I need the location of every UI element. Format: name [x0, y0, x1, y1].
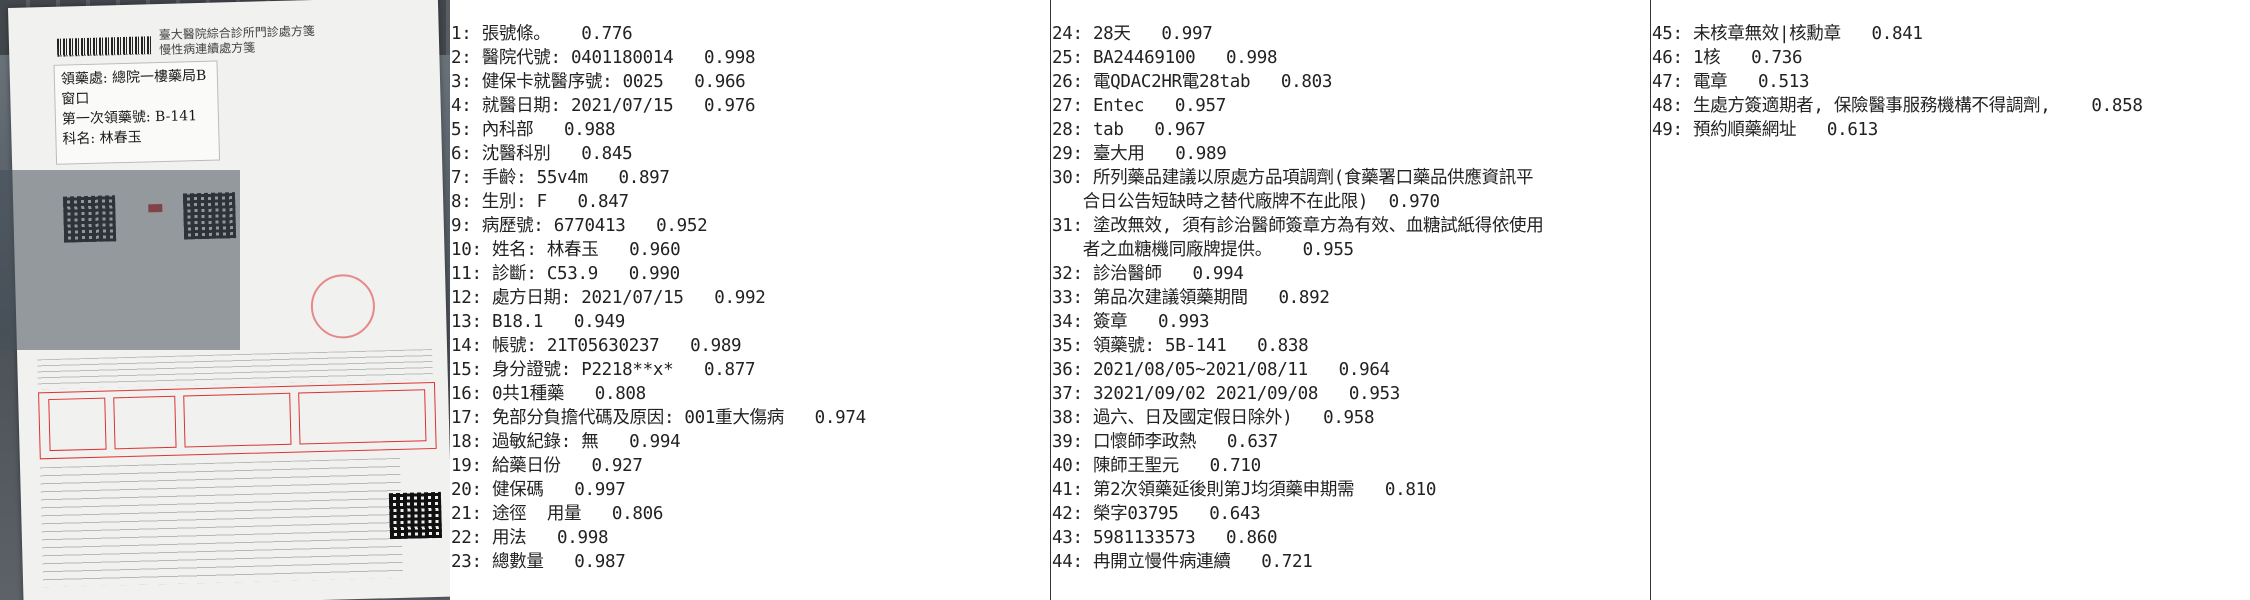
- red-box: [183, 392, 292, 448]
- ocr-line: 43: 5981133573 0.860: [1052, 528, 1278, 548]
- paper-title: 臺大醫院綜合診所門診處方箋 慢性病連續處方箋: [159, 22, 390, 58]
- column-divider: [1050, 0, 1051, 600]
- ocr-line: 11: 診斷: C53.9 0.990: [451, 264, 680, 284]
- ocr-line: 21: 途徑 用量 0.806: [451, 504, 664, 524]
- ocr-line: 35: 領藥號: 5B-141 0.838: [1052, 336, 1309, 356]
- ocr-line: 39: 口懷師李政熱 0.637: [1052, 432, 1279, 452]
- document-photo: 臺大醫院綜合診所門診處方箋 慢性病連續處方箋 領藥處: 總院一樓藥局B窗口 第一…: [0, 0, 450, 600]
- ocr-line: 1: 張號條。 0.776: [451, 24, 633, 44]
- ocr-line: 者之血糖機同廠牌提供。 0.955: [1052, 240, 1354, 260]
- ocr-line: 27: Entec 0.957: [1052, 96, 1227, 116]
- ocr-line: 47: 電章 0.513: [1652, 72, 1810, 92]
- ocr-line: 24: 28天 0.997: [1052, 24, 1213, 44]
- ocr-line: 42: 榮字03795 0.643: [1052, 504, 1261, 524]
- hand-shadow: [0, 170, 240, 350]
- ocr-line: 22: 用法 0.998: [451, 528, 609, 548]
- ocr-line: 4: 就醫日期: 2021/07/15 0.976: [451, 96, 756, 116]
- ocr-line: 15: 身分證號: P2218**x* 0.877: [451, 360, 756, 380]
- barcode-icon: [56, 36, 153, 57]
- red-box: [113, 395, 177, 450]
- ocr-line: 3: 健保卡就醫序號: 0025 0.966: [451, 72, 746, 92]
- ocr-line: 37: 32021/09/02 2021/09/08 0.953: [1052, 384, 1401, 404]
- ocr-line: 合日公告短缺時之替代廠牌不在此限) 0.970: [1052, 192, 1440, 212]
- column-divider: [1650, 0, 1651, 600]
- qr-code-icon: [388, 491, 443, 540]
- ocr-line: 2: 醫院代號: 0401180014 0.998: [451, 48, 756, 68]
- ocr-line: 20: 健保碼 0.997: [451, 480, 626, 500]
- ocr-line: 32: 診治醫師 0.994: [1052, 264, 1244, 284]
- ocr-line: 8: 生別: F 0.847: [451, 192, 629, 212]
- ocr-line: 36: 2021/08/05~2021/08/11 0.964: [1052, 360, 1390, 380]
- ocr-column-1: 1: 張號條。 0.776 2: 醫院代號: 0401180014 0.998 …: [451, 22, 1046, 574]
- ocr-line: 30: 所列藥品建議以原處方品項調劑(食藥署口藥品供應資訊平: [1052, 168, 1534, 188]
- handwritten-line: 領藥處: 總院一樓藥局B窗口: [60, 67, 207, 108]
- ocr-line: 29: 臺大用 0.989: [1052, 144, 1227, 164]
- ocr-line: 26: 電QDAC2HR電28tab 0.803: [1052, 72, 1333, 92]
- ocr-line: 44: 冉開立慢件病連續 0.721: [1052, 552, 1313, 572]
- ocr-line: 49: 預約順藥網址 0.613: [1652, 120, 1879, 140]
- ocr-column-2: 24: 28天 0.997 25: BA24469100 0.998 26: 電…: [1052, 22, 1647, 574]
- ocr-line: 6: 沈醫科別 0.845: [451, 144, 633, 164]
- ocr-line: 23: 總數量 0.987: [451, 552, 626, 572]
- ocr-line: 5: 內科部 0.988: [451, 120, 616, 140]
- ocr-line: 12: 處方日期: 2021/07/15 0.992: [451, 288, 766, 308]
- ocr-line: 34: 簽章 0.993: [1052, 312, 1210, 332]
- ocr-line: 10: 姓名: 林春玉 0.960: [451, 240, 681, 260]
- ocr-line: 38: 過六、日及國定假日除外) 0.958: [1052, 408, 1375, 428]
- ocr-line: 18: 過敏紀錄: 無 0.994: [451, 432, 681, 452]
- ocr-line: 7: 手齡: 55v4m 0.897: [451, 168, 670, 188]
- ocr-line: 28: tab 0.967: [1052, 120, 1206, 140]
- ocr-line: 13: B18.1 0.949: [451, 312, 626, 332]
- red-box: [298, 389, 427, 445]
- ocr-line: 14: 帳號: 21T05630237 0.989: [451, 336, 742, 356]
- ocr-line: 45: 未核章無效|核勳章 0.841: [1652, 24, 1923, 44]
- ocr-line: 17: 免部分負擔代碼及原因: 001重大傷病 0.974: [451, 408, 866, 428]
- ocr-line: 25: BA24469100 0.998: [1052, 48, 1278, 68]
- ocr-line: 40: 陳師王聖元 0.710: [1052, 456, 1261, 476]
- ocr-line: 41: 第2次領藥延後則第J均須藥申期需 0.810: [1052, 480, 1437, 500]
- red-box: [48, 397, 107, 452]
- handwritten-box: 領藥處: 總院一樓藥局B窗口 第一次領藥號: B-141 科名: 林春玉: [53, 60, 221, 165]
- ocr-line: 19: 給藥日份 0.927: [451, 456, 643, 476]
- ocr-line: 31: 塗改無效, 須有診治醫師簽章方為有效、血糖試紙得依使用: [1052, 216, 1544, 236]
- ocr-line: 16: 0共1種藥 0.808: [451, 384, 646, 404]
- ocr-column-3: 45: 未核章無效|核勳章 0.841 46: 1核 0.736 47: 電章 …: [1652, 22, 2247, 142]
- ocr-line: 33: 第品次建議領藥期間 0.892: [1052, 288, 1330, 308]
- handwritten-line: 科名: 林春玉: [62, 129, 142, 148]
- stamp-seal: [310, 273, 376, 340]
- footer-fine-print: [40, 457, 404, 588]
- ocr-line: 9: 病歷號: 6770413 0.952: [451, 216, 708, 236]
- ocr-line: 48: 生處方簽適期者, 保險醫事服務機構不得調劑, 0.858: [1652, 96, 2143, 116]
- handwritten-line: 第一次領藥號: B-141: [61, 108, 198, 128]
- ocr-line: 46: 1核 0.736: [1652, 48, 1803, 68]
